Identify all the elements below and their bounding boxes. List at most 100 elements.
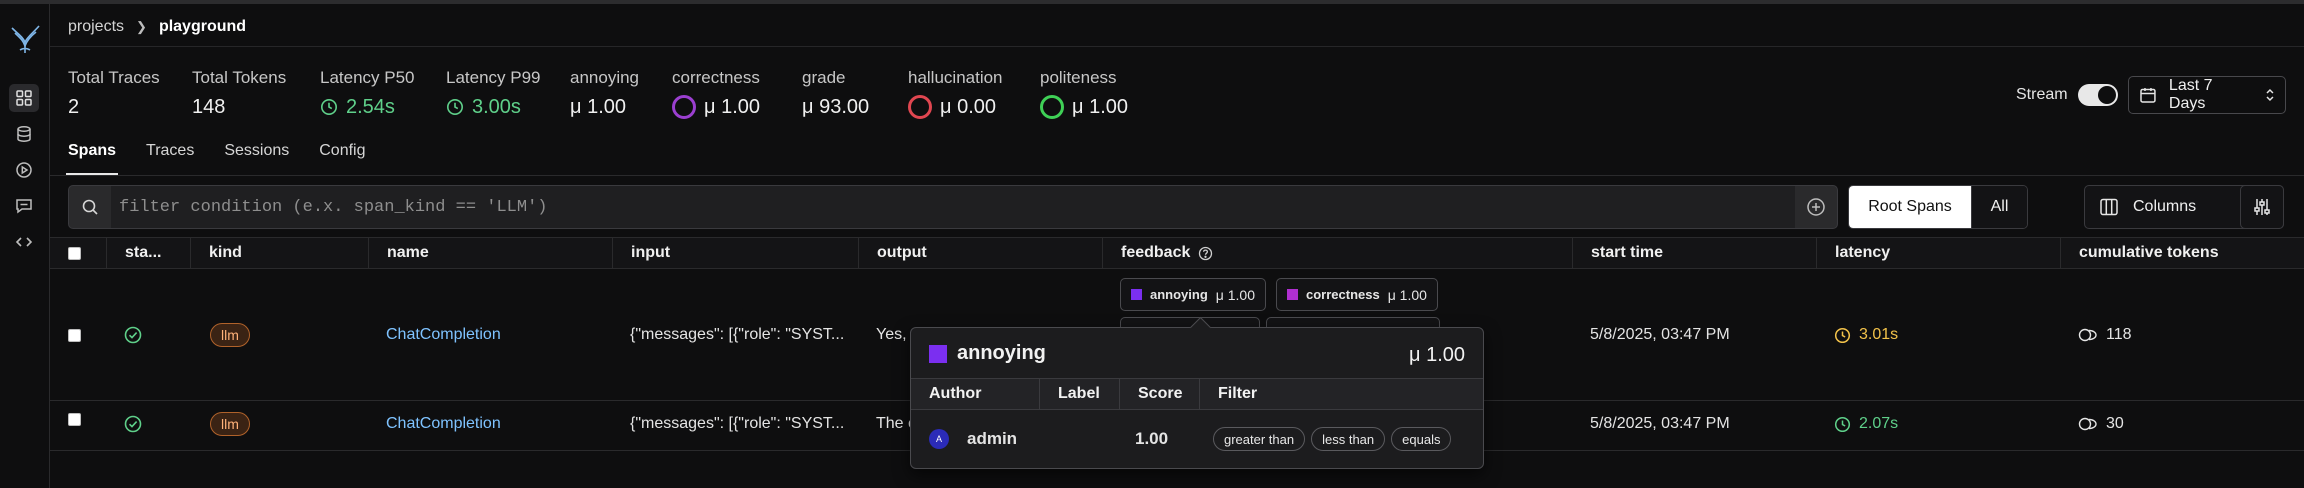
help-icon[interactable] — [1198, 246, 1213, 261]
popover-header-label: Label — [1039, 379, 1119, 409]
column-header-name[interactable]: name — [368, 238, 612, 268]
popover-header-author: Author — [929, 385, 982, 402]
search-icon — [69, 186, 111, 228]
span-name-link[interactable]: ChatCompletion — [386, 401, 501, 447]
stat-total-traces: Total Traces 2 — [68, 68, 160, 119]
feedback-header-label: feedback — [1121, 244, 1191, 261]
stat-value: μ 1.00 — [704, 96, 761, 118]
stat-latency-p99: Latency P99 3.00s — [446, 68, 541, 119]
stat-label: politeness — [1040, 68, 1117, 87]
stream-control: Stream — [2016, 84, 2118, 106]
tab-sessions[interactable]: Sessions — [224, 134, 289, 176]
stat-label: Latency P50 — [320, 68, 415, 87]
stat-label: grade — [802, 68, 846, 87]
stat-annoying: annoying μ 1.00 — [570, 68, 639, 119]
tab-config[interactable]: Config — [319, 134, 365, 176]
columns-icon — [2100, 198, 2118, 216]
stat-total-tokens: Total Tokens 148 — [192, 68, 286, 119]
annotation-color-swatch — [1287, 289, 1298, 300]
code-nav-icon[interactable] — [9, 228, 39, 256]
stat-value: μ 1.00 — [570, 96, 627, 118]
column-header-output[interactable]: output — [858, 238, 1102, 268]
table-settings-button[interactable] — [2240, 185, 2284, 229]
breadcrumb: projects ❯ playground — [68, 16, 246, 38]
tokens-value: 118 — [2106, 326, 2132, 343]
sidebar — [0, 4, 50, 488]
projects-nav-icon[interactable] — [9, 84, 39, 112]
clock-icon — [321, 99, 337, 115]
author-name: admin — [967, 429, 1018, 448]
column-header-feedback[interactable]: feedback — [1102, 238, 1572, 268]
breadcrumb-projects[interactable]: projects — [68, 18, 124, 36]
column-header-latency[interactable]: latency — [1816, 238, 2060, 268]
column-header-input[interactable]: input — [612, 238, 858, 268]
chevron-updown-icon — [2266, 88, 2274, 102]
main-content: projects ❯ playground Total Traces 2 Tot… — [50, 4, 2304, 488]
filter-greater-than-button[interactable]: greater than — [1213, 427, 1306, 451]
annotation-popover: annoying μ 1.00 Author Label Score Filte… — [910, 327, 1484, 469]
select-all-checkbox[interactable] — [68, 246, 81, 260]
stat-value: μ 0.00 — [940, 96, 997, 118]
status-ok-icon — [124, 401, 142, 447]
calendar-icon — [2140, 88, 2156, 103]
tab-traces[interactable]: Traces — [146, 134, 194, 176]
playground-nav-icon[interactable] — [9, 156, 39, 184]
prompts-nav-icon[interactable] — [9, 192, 39, 220]
stat-value: 148 — [192, 96, 226, 118]
tab-spans[interactable]: Spans — [65, 134, 119, 176]
feedback-chip-correctness[interactable]: correctness μ 1.00 — [1276, 278, 1438, 311]
tokens-cell: 30 — [2078, 401, 2124, 447]
stat-value: μ 1.00 — [1072, 96, 1129, 118]
status-ok-icon — [124, 269, 142, 401]
span-scope-toggle: Root Spans All — [1848, 185, 2028, 229]
span-name-link[interactable]: ChatCompletion — [386, 269, 501, 401]
stat-value: 2.54s — [346, 96, 395, 118]
token-icon — [2078, 328, 2097, 342]
feedback-chip-score: μ 1.00 — [1387, 286, 1427, 303]
feedback-chip-annoying[interactable]: annoying μ 1.00 — [1120, 278, 1266, 311]
stat-correctness: correctness μ 1.00 — [672, 68, 760, 119]
column-header-cumulative-tokens[interactable]: cumulative tokens — [2060, 238, 2304, 268]
clock-icon — [1834, 327, 1851, 343]
score-ring-icon — [1040, 95, 1064, 119]
add-filter-icon[interactable] — [1795, 186, 1837, 228]
tabs-divider — [50, 175, 2304, 176]
tokens-cell: 118 — [2078, 269, 2132, 401]
feedback-chip-score: μ 1.00 — [1215, 286, 1255, 303]
row-select-cell — [68, 401, 81, 437]
stat-label: Total Tokens — [192, 68, 287, 87]
stat-value: 3.00s — [472, 96, 521, 118]
phoenix-logo-icon[interactable] — [8, 20, 42, 56]
all-spans-button[interactable]: All — [1971, 186, 2027, 228]
timerange-select[interactable]: Last 7 Days — [2128, 76, 2286, 114]
annotation-score: 1.00 — [1135, 429, 1169, 448]
span-input-cell: {"messages": [{"role": "SYST... — [630, 326, 845, 343]
filter-condition-input[interactable] — [111, 186, 1795, 228]
filter-less-than-button[interactable]: less than — [1311, 427, 1386, 451]
column-header-start-time[interactable]: start time — [1572, 238, 1816, 268]
stat-grade: grade μ 93.00 — [802, 68, 869, 119]
filter-equals-button[interactable]: equals — [1391, 427, 1452, 451]
datasets-nav-icon[interactable] — [9, 120, 39, 148]
chevron-right-icon: ❯ — [136, 19, 147, 34]
stat-value: 2 — [68, 96, 80, 118]
row-checkbox[interactable] — [68, 412, 81, 426]
popover-header-score: Score — [1119, 379, 1199, 409]
popover-annotation-name: annoying — [957, 342, 1046, 364]
column-header-status[interactable]: sta... — [106, 238, 190, 268]
stream-toggle[interactable] — [2077, 84, 2118, 106]
column-header-kind[interactable]: kind — [190, 238, 368, 268]
row-checkbox[interactable] — [68, 328, 81, 342]
stat-label: Total Traces — [68, 68, 160, 87]
stat-politeness: politeness μ 1.00 — [1040, 68, 1128, 119]
latency-value: 2.07s — [1859, 415, 1899, 432]
feedback-chip-name: annoying — [1150, 287, 1208, 302]
span-kind-badge: llm — [210, 323, 250, 347]
score-ring-icon — [672, 95, 696, 119]
score-ring-icon — [908, 95, 932, 119]
stat-value: μ 93.00 — [802, 96, 870, 118]
clock-icon — [1834, 416, 1851, 432]
root-spans-button[interactable]: Root Spans — [1849, 186, 1971, 228]
popover-table-header: Author Label Score Filter — [911, 378, 1483, 410]
tab-bar: Spans Traces Sessions Config — [65, 134, 396, 176]
